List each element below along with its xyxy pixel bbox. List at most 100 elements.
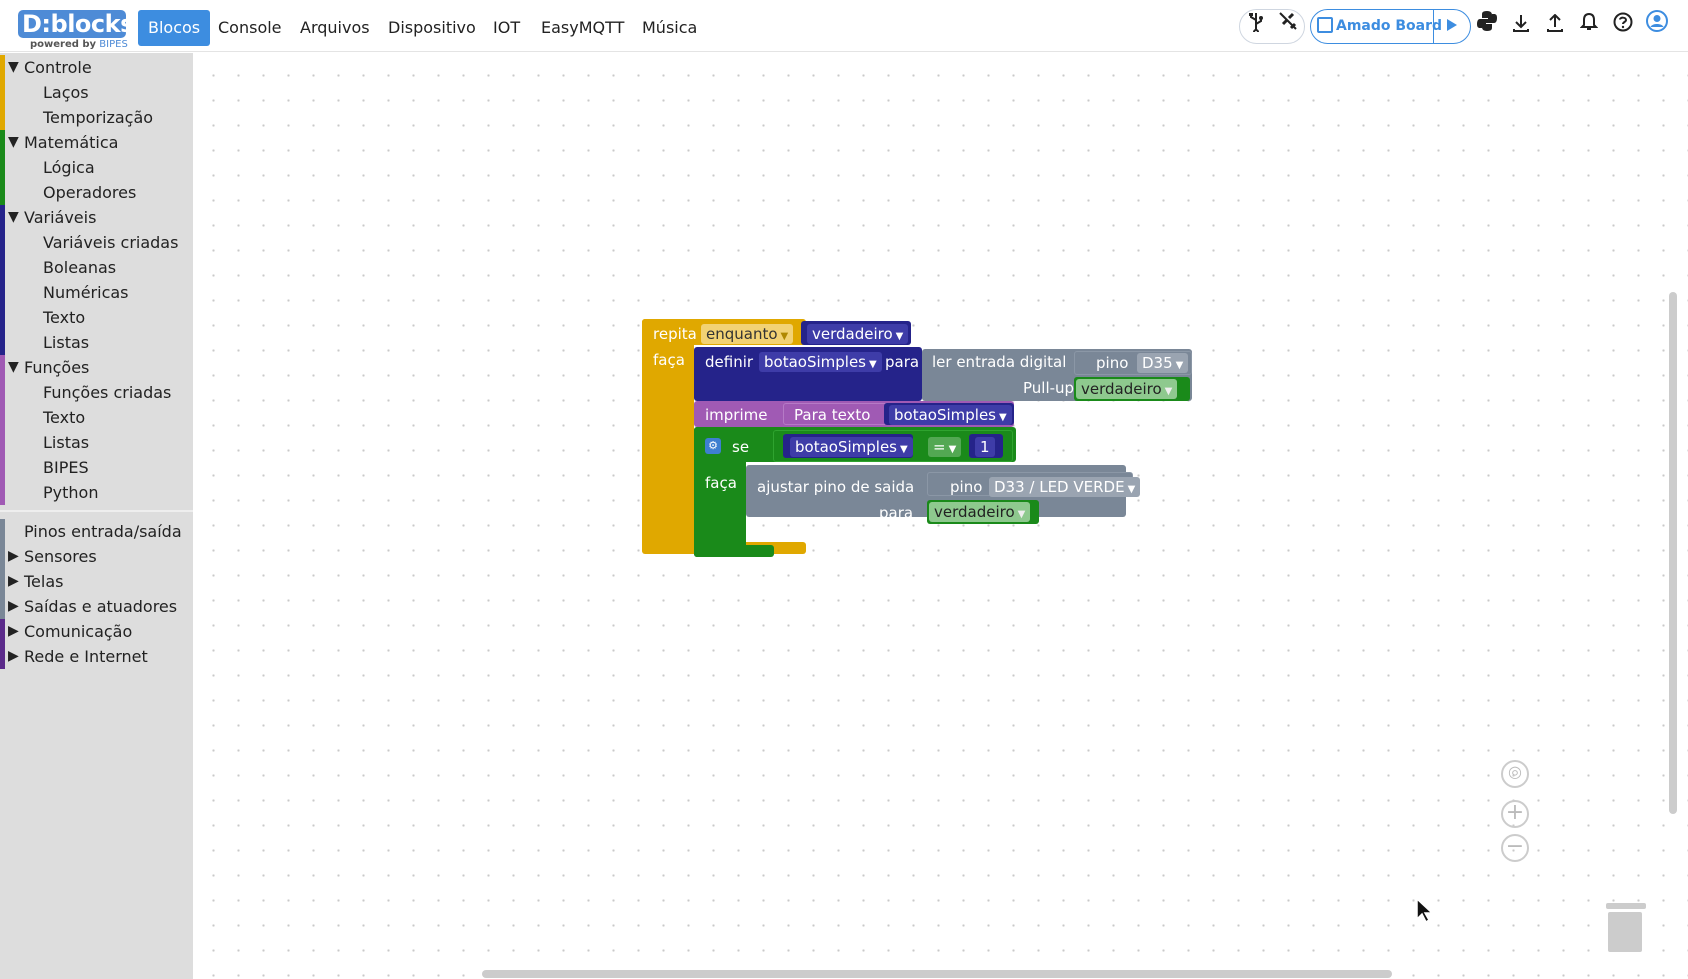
category-color-bar — [0, 205, 5, 230]
gear-icon[interactable]: ⚙ — [705, 438, 721, 454]
collapsed-arrow-icon[interactable]: ▶ — [8, 594, 19, 619]
sidebar-item-operadores[interactable]: Operadores — [0, 180, 193, 205]
toolbox-sidebar: ▼ Controle Laços Temporização ▼ Matemática Lóg… — [0, 53, 193, 979]
logo-subtitle: powered by BIPES — [30, 39, 128, 50]
category-color-bar — [0, 480, 5, 505]
sidebar-item-label: Variáveis — [24, 208, 97, 227]
tab-blocos[interactable]: Blocos — [138, 10, 211, 46]
sidebar-item-label: Listas — [43, 433, 90, 452]
tab-musica[interactable]: Música — [632, 10, 707, 46]
disconnect-icon[interactable] — [1272, 10, 1304, 42]
sidebar-item-telas[interactable]: ▶ Telas — [0, 569, 193, 594]
tab-easymqtt[interactable]: EasyMQTT — [531, 10, 634, 46]
set-variable-dropdown[interactable]: botaoSimples ▼ — [759, 352, 882, 372]
tab-arquivos[interactable]: Arquivos — [290, 10, 380, 46]
board-icon — [1317, 17, 1333, 33]
pin-output-keyword: pino — [950, 478, 983, 496]
pin-input-dropdown[interactable]: D35 ▼ — [1137, 353, 1189, 373]
sidebar-item-laços[interactable]: Laços — [0, 80, 193, 105]
compare-variable-dropdown[interactable]: botaoSimples ▼ — [790, 437, 913, 457]
sidebar-item-label: Texto — [43, 308, 86, 327]
tab-console[interactable]: Console — [208, 10, 292, 46]
sidebar-item-boleanas[interactable]: Boleanas — [0, 255, 193, 280]
sidebar-item-variáveis[interactable]: ▼ Variáveis — [0, 205, 193, 230]
if-keyword: se — [732, 438, 750, 456]
horizontal-scrollbar[interactable] — [482, 970, 1392, 978]
sidebar-item-label: Operadores — [43, 183, 137, 202]
upload-icon[interactable] — [1539, 10, 1571, 42]
sidebar-item-pinos-entrada-saída[interactable]: Pinos entrada/saída — [0, 519, 193, 544]
vertical-scrollbar[interactable] — [1669, 292, 1677, 814]
sidebar-item-label: Pinos entrada/saída — [24, 522, 182, 541]
category-color-bar — [0, 405, 5, 430]
sidebar-item-funções[interactable]: ▼ Funções — [0, 355, 193, 380]
collapsed-arrow-icon[interactable]: ▶ — [8, 619, 19, 644]
repeat-mode-dropdown[interactable]: enquanto ▼ — [701, 324, 794, 344]
sidebar-item-funções-criadas[interactable]: Funções criadas — [0, 380, 193, 405]
expanded-arrow-icon[interactable]: ▼ — [8, 205, 19, 230]
help-icon[interactable] — [1607, 10, 1639, 42]
sidebar-item-listas[interactable]: Listas — [0, 430, 193, 455]
run-button[interactable] — [1433, 10, 1469, 43]
sidebar-item-matemática[interactable]: ▼ Matemática — [0, 130, 193, 155]
python-icon[interactable] — [1471, 10, 1503, 42]
sidebar-item-temporização[interactable]: Temporização — [0, 105, 193, 130]
recenter-icon[interactable]: ◎ — [1501, 760, 1529, 788]
collapsed-arrow-icon[interactable]: ▶ — [8, 544, 19, 569]
sidebar-item-comunicação[interactable]: ▶ Comunicação — [0, 619, 193, 644]
set-to-label: para — [885, 353, 920, 371]
collapsed-arrow-icon[interactable]: ▶ — [8, 569, 19, 594]
category-color-bar — [0, 519, 5, 544]
collapsed-arrow-icon[interactable]: ▶ — [8, 644, 19, 669]
trash-icon[interactable] — [1606, 903, 1646, 952]
sidebar-item-lógica[interactable]: Lógica — [0, 155, 193, 180]
sidebar-item-texto[interactable]: Texto — [0, 305, 193, 330]
sidebar-item-controle[interactable]: ▼ Controle — [0, 55, 193, 80]
blocks-workspace[interactable]: repita enquanto ▼ verdadeiro ▼ faça defini… — [193, 53, 1688, 979]
usb-icon[interactable] — [1240, 10, 1272, 42]
sidebar-item-python[interactable]: Python — [0, 480, 193, 505]
sidebar-item-texto[interactable]: Texto — [0, 405, 193, 430]
tab-iot[interactable]: IOT — [483, 10, 530, 46]
compare-number-field[interactable]: 1 — [975, 437, 995, 457]
category-color-bar — [0, 380, 5, 405]
repeat-condition-dropdown[interactable]: verdadeiro ▼ — [807, 324, 909, 344]
sidebar-item-label: Python — [43, 483, 99, 502]
tab-dispositivo[interactable]: Dispositivo — [378, 10, 486, 46]
app-logo[interactable]: D:blocks powered by BIPES — [18, 10, 134, 50]
sidebar-item-saídas-e-atuadores[interactable]: ▶ Saídas e atuadores — [0, 594, 193, 619]
bell-icon[interactable] — [1573, 10, 1605, 42]
expanded-arrow-icon[interactable]: ▼ — [8, 130, 19, 155]
pin-output-value-dropdown[interactable]: verdadeiro ▼ — [929, 502, 1031, 522]
sidebar-item-label: Rede e Internet — [24, 647, 148, 666]
expanded-arrow-icon[interactable]: ▼ — [8, 55, 19, 80]
zoom-out-icon[interactable]: − — [1501, 834, 1529, 862]
pullup-value-dropdown[interactable]: verdadeiro ▼ — [1076, 379, 1178, 399]
if-block-footer[interactable] — [694, 545, 774, 557]
sidebar-item-label: Variáveis criadas — [43, 233, 179, 252]
sidebar-item-rede-e-internet[interactable]: ▶ Rede e Internet — [0, 644, 193, 669]
pin-keyword: pino — [1096, 354, 1129, 372]
sidebar-item-listas[interactable]: Listas — [0, 330, 193, 355]
expanded-arrow-icon[interactable]: ▼ — [8, 355, 19, 380]
run-icon — [1446, 19, 1457, 31]
category-color-bar — [0, 355, 5, 380]
sidebar-separator — [0, 510, 193, 512]
sidebar-item-label: BIPES — [43, 458, 89, 477]
zoom-in-icon[interactable]: + — [1501, 800, 1529, 828]
sidebar-item-label: Sensores — [24, 547, 97, 566]
category-color-bar — [0, 130, 5, 155]
account-icon[interactable] — [1641, 10, 1673, 42]
sidebar-item-variáveis-criadas[interactable]: Variáveis criadas — [0, 230, 193, 255]
print-variable-dropdown[interactable]: botaoSimples ▼ — [889, 405, 1012, 425]
category-color-bar — [0, 55, 5, 80]
compare-operator-dropdown[interactable]: = ▼ — [928, 437, 962, 457]
category-color-bar — [0, 105, 5, 130]
sidebar-item-numéricas[interactable]: Numéricas — [0, 280, 193, 305]
repeat-keyword: repita — [653, 325, 697, 343]
sidebar-item-sensores[interactable]: ▶ Sensores — [0, 544, 193, 569]
sidebar-item-bipes[interactable]: BIPES — [0, 455, 193, 480]
download-icon[interactable] — [1505, 10, 1537, 42]
to-text-label: Para texto — [794, 406, 871, 424]
pin-output-dropdown[interactable]: D33 / LED VERDE ▼ — [989, 477, 1141, 497]
